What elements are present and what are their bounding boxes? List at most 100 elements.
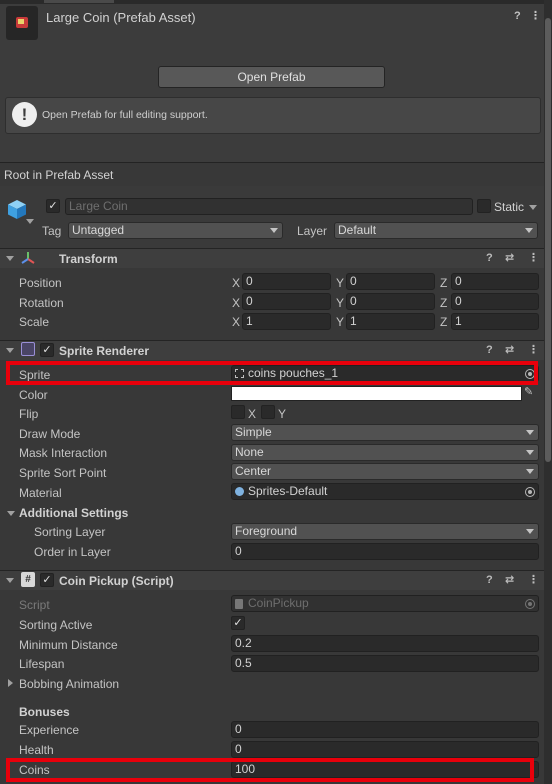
icon-dropdown-caret-icon[interactable] xyxy=(26,219,34,224)
root-in-prefab-label: Root in Prefab Asset xyxy=(4,168,114,182)
chevron-down-icon xyxy=(525,228,533,233)
info-icon: ! xyxy=(12,102,37,127)
axis-y-label[interactable]: Y xyxy=(336,315,344,329)
scrollbar-thumb[interactable] xyxy=(545,18,551,462)
gameobject-name-field[interactable]: Large Coin xyxy=(65,198,473,215)
material-label: Material xyxy=(19,486,62,500)
coin-pickup-fold-icon[interactable] xyxy=(6,578,14,583)
coin-pickup-enabled-checkbox[interactable]: ✓ xyxy=(40,573,54,587)
presets-icon[interactable]: ⇄ xyxy=(505,573,514,586)
top-tab-strip xyxy=(0,0,544,4)
axis-z-label[interactable]: Z xyxy=(440,296,447,310)
bobbing-animation-label[interactable]: Bobbing Animation xyxy=(19,677,119,691)
axis-y-label[interactable]: Y xyxy=(336,276,344,290)
lifespan-label: Lifespan xyxy=(19,657,65,671)
sorting-active-checkbox[interactable]: ✓ xyxy=(231,616,245,630)
sprite-renderer-enabled-checkbox[interactable]: ✓ xyxy=(40,343,54,357)
position-x-field[interactable]: 0 xyxy=(242,273,331,290)
position-y-field[interactable]: 0 xyxy=(346,273,435,290)
menu-icon[interactable]: ⋮ xyxy=(530,9,541,22)
chevron-down-icon xyxy=(526,430,534,435)
script-label: Script xyxy=(19,598,50,612)
sprite-sort-point-dropdown[interactable]: Center xyxy=(231,463,539,480)
axis-x-label[interactable]: X xyxy=(232,276,240,290)
axis-z-label[interactable]: Z xyxy=(440,315,447,329)
mask-interaction-label: Mask Interaction xyxy=(19,446,108,460)
sprite-renderer-title: Sprite Renderer xyxy=(59,344,150,358)
bonuses-header: Bonuses xyxy=(19,705,70,719)
layer-dropdown[interactable]: Default xyxy=(334,222,538,239)
rotation-label: Rotation xyxy=(19,296,64,310)
mask-interaction-dropdown[interactable]: None xyxy=(231,444,539,461)
experience-field[interactable]: 0 xyxy=(231,721,539,738)
order-in-layer-field[interactable]: 0 xyxy=(231,543,539,560)
menu-icon[interactable]: ⋮ xyxy=(528,343,539,356)
axis-x-label[interactable]: X xyxy=(232,315,240,329)
presets-icon[interactable]: ⇄ xyxy=(505,251,514,264)
draw-mode-label: Draw Mode xyxy=(19,427,81,441)
material-sphere-icon xyxy=(235,487,244,496)
sorting-layer-dropdown[interactable]: Foreground xyxy=(231,523,539,540)
asset-title: Large Coin (Prefab Asset) xyxy=(46,10,196,25)
axis-x-label[interactable]: X xyxy=(232,296,240,310)
rotation-x-field[interactable]: 0 xyxy=(242,293,331,310)
open-prefab-button[interactable]: Open Prefab xyxy=(158,66,385,88)
minimum-distance-label: Minimum Distance xyxy=(19,638,118,652)
gameobject-active-checkbox[interactable]: ✓ xyxy=(46,199,60,213)
divider xyxy=(0,162,544,163)
scale-y-field[interactable]: 1 xyxy=(346,313,435,330)
bobbing-fold-icon[interactable] xyxy=(8,679,13,687)
coin-pickup-title: Coin Pickup (Script) xyxy=(59,574,174,588)
flip-x-checkbox[interactable] xyxy=(231,405,245,419)
chevron-down-icon xyxy=(526,450,534,455)
flip-y-label: Y xyxy=(278,407,287,421)
help-icon[interactable]: ? xyxy=(486,252,493,264)
object-picker-icon[interactable] xyxy=(525,487,535,497)
script-file-icon xyxy=(235,599,243,609)
tag-value: Untagged xyxy=(72,223,125,237)
tag-label: Tag xyxy=(42,224,62,238)
scale-x-field[interactable]: 1 xyxy=(242,313,331,330)
static-dropdown-caret-icon[interactable] xyxy=(529,205,537,210)
tag-dropdown[interactable]: Untagged xyxy=(68,222,283,239)
static-checkbox[interactable] xyxy=(477,199,491,213)
rotation-y-field[interactable]: 0 xyxy=(346,293,435,310)
lifespan-field[interactable]: 0.5 xyxy=(231,655,539,672)
menu-icon[interactable]: ⋮ xyxy=(528,573,539,586)
help-icon[interactable]: ? xyxy=(514,10,521,22)
static-label[interactable]: Static xyxy=(494,200,524,214)
flip-y-checkbox[interactable] xyxy=(261,405,275,419)
additional-settings-fold-icon[interactable] xyxy=(7,511,15,516)
sprite-sort-point-label: Sprite Sort Point xyxy=(19,466,107,480)
transform-fold-icon[interactable] xyxy=(6,256,14,261)
eyedropper-icon[interactable]: ✎ xyxy=(524,385,533,398)
sorting-active-label: Sorting Active xyxy=(19,618,93,632)
draw-mode-value: Simple xyxy=(235,425,272,439)
additional-settings-label[interactable]: Additional Settings xyxy=(19,506,128,520)
axis-y-label[interactable]: Y xyxy=(336,296,344,310)
position-z-field[interactable]: 0 xyxy=(451,273,539,290)
menu-icon[interactable]: ⋮ xyxy=(528,251,539,264)
health-field[interactable]: 0 xyxy=(231,741,539,758)
script-object-field: CoinPickup xyxy=(231,595,539,612)
sprite-sort-point-value: Center xyxy=(235,464,272,478)
presets-icon[interactable]: ⇄ xyxy=(505,343,514,356)
minimum-distance-field[interactable]: 0.2 xyxy=(231,635,539,652)
layer-label: Layer xyxy=(297,224,328,238)
material-object-field[interactable]: Sprites-Default xyxy=(231,483,539,500)
color-swatch[interactable] xyxy=(231,386,522,401)
chevron-down-icon xyxy=(526,469,534,474)
help-icon[interactable]: ? xyxy=(486,344,493,356)
flip-label: Flip xyxy=(19,407,39,421)
axis-z-label[interactable]: Z xyxy=(440,276,447,290)
sprite-renderer-fold-icon[interactable] xyxy=(6,348,14,353)
color-label: Color xyxy=(19,388,48,402)
scale-z-field[interactable]: 1 xyxy=(451,313,539,330)
help-icon[interactable]: ? xyxy=(486,574,493,586)
gameobject-cube-icon[interactable] xyxy=(6,198,28,220)
rotation-z-field[interactable]: 0 xyxy=(451,293,539,310)
coins-highlight-box xyxy=(6,758,534,782)
mask-interaction-value: None xyxy=(235,445,264,459)
sprite-highlight-box xyxy=(6,361,538,385)
draw-mode-dropdown[interactable]: Simple xyxy=(231,424,539,441)
